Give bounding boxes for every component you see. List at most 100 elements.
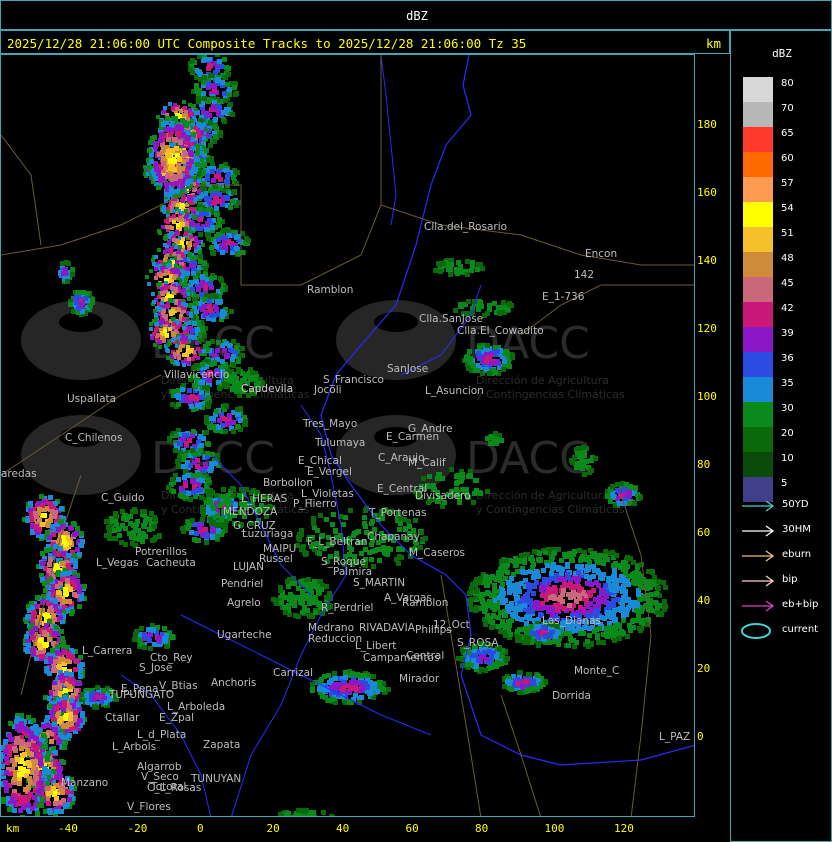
radar-map[interactable]: DACCDirección de Agriculturay Contingenc…	[0, 54, 695, 817]
y-tick-label: 180	[697, 118, 717, 131]
place-label: SanJose	[387, 363, 429, 375]
place-label: M_Caseros	[409, 547, 465, 559]
track-arrow-icon	[742, 550, 775, 562]
legend-swatch-65	[743, 127, 773, 152]
place-label: 142	[574, 269, 595, 281]
legend-swatch-51	[743, 227, 773, 252]
y-tick-label: 80	[697, 458, 711, 471]
place-label: Pendriel	[221, 578, 264, 590]
place-label: C_Guido	[101, 492, 145, 504]
place-label: Mirador	[399, 673, 440, 685]
place-label: Agrelo	[227, 597, 261, 609]
place-label: Clla.El_Cowadito	[457, 325, 544, 337]
legend-swatch-70	[743, 102, 773, 127]
place-label: Uspallata	[67, 393, 117, 405]
place-label: Tres_Mayo	[303, 418, 358, 430]
y-tick-label: 160	[697, 186, 717, 199]
place-label: L_PAZ	[659, 731, 691, 743]
road-line	[380, 204, 694, 266]
track-arrow-icon	[742, 500, 775, 512]
place-label: L_Arbols	[112, 741, 157, 753]
legend-swatch-57	[743, 177, 773, 202]
legend-title: dBZ	[772, 47, 792, 60]
place-label: Central	[406, 650, 445, 662]
place-label: Ugarteche	[217, 629, 272, 641]
legend-label: 65	[781, 128, 794, 139]
place-label: Jocoli	[314, 384, 342, 396]
legend-swatch-35	[743, 377, 773, 402]
legend-label: 20	[781, 428, 794, 439]
radar-echo-cell	[132, 623, 176, 651]
place-label: Las_Dianas	[542, 615, 602, 627]
track-legend-label: 30HM	[782, 524, 811, 535]
road-line	[1, 134, 42, 246]
place-label: G_Andre	[408, 423, 453, 435]
legend-label: 51	[781, 228, 794, 239]
legend-swatch-39	[743, 327, 773, 352]
place-label: E_Vergel	[307, 466, 352, 478]
place-label: Tulumaya	[315, 437, 366, 449]
place-label: T_Portenas	[369, 507, 427, 519]
svg-text:Dirección de Agricultura: Dirección de Agricultura	[476, 374, 609, 387]
legend-swatch-20	[743, 427, 773, 452]
x-axis-unit: km	[6, 822, 20, 835]
place-label: Clla.SanJose	[419, 313, 484, 325]
track-arrow-icon	[742, 600, 775, 612]
y-tick-label: 20	[697, 662, 711, 675]
legend-swatch-80	[743, 77, 773, 102]
x-tick-label: 100	[544, 822, 565, 835]
track-legend-label: eb+bip	[782, 599, 819, 610]
place-label: L_Vegas	[96, 557, 139, 569]
place-label: Carrizal	[273, 667, 313, 679]
radar-echo-cell	[502, 670, 548, 695]
place-label: TUPUNGATO	[109, 689, 175, 701]
place-label: Ramblon	[307, 284, 354, 296]
place-label: Russel	[259, 553, 293, 565]
legend-swatch-30	[743, 402, 773, 427]
radar-echo-cell	[104, 507, 162, 548]
radar-echo-cell	[58, 260, 75, 284]
place-label: L_Libert	[355, 640, 397, 652]
x-tick-label: 0	[197, 822, 204, 835]
window-title: dBZ	[406, 9, 428, 23]
place-label: L_Carrera	[82, 645, 133, 657]
place-label: Villavicencio	[164, 369, 230, 381]
place-label: Clla.del_Rosario	[424, 221, 508, 233]
place-label: Chapanay	[367, 531, 420, 543]
legend-label: 54	[781, 203, 794, 214]
x-tick-label: 80	[475, 822, 489, 835]
track-arrow-icon	[742, 575, 775, 587]
place-label: L_HERAS	[241, 493, 288, 505]
place-label: Anchoris	[211, 677, 257, 689]
composite-tracks-label: 2025/12/28 21:06:00 UTC Composite Tracks…	[7, 36, 527, 51]
place-label: Ctallar	[105, 712, 140, 724]
track-arrow-icon	[742, 525, 775, 537]
svg-text:y Contingencias Climáticas: y Contingencias Climáticas	[476, 503, 625, 516]
radar-echo-cell	[433, 258, 485, 277]
place-label: C_L_Rosas	[147, 782, 202, 794]
x-tick-label: 40	[336, 822, 350, 835]
place-label: M_Calif	[408, 457, 446, 469]
status-bar: 2025/12/28 21:06:00 UTC Composite Tracks…	[0, 30, 730, 54]
status-unit: km	[705, 36, 721, 51]
y-tick-label: 0	[697, 730, 704, 743]
road-line	[500, 694, 541, 816]
place-label: Capdevila	[241, 383, 294, 395]
legend-label: 57	[781, 178, 794, 189]
legend-label: 10	[781, 453, 794, 464]
y-tick-label: 60	[697, 526, 711, 539]
legend-label: 30	[781, 403, 794, 414]
place-label: Dorrida	[552, 690, 591, 702]
current-cell-icon	[741, 623, 771, 639]
place-label: F_L_Beltran	[307, 536, 368, 548]
x-tick-label: 20	[266, 822, 280, 835]
legend-label: 60	[781, 153, 794, 164]
place-label: Cacheuta	[146, 557, 196, 569]
legend-swatch-54	[743, 202, 773, 227]
legend-swatch-10	[743, 452, 773, 477]
legend-swatch-42	[743, 302, 773, 327]
place-label: Zapata	[203, 739, 241, 751]
place-label: C_Chilenos	[65, 432, 123, 444]
place-label: E_Zpal	[159, 712, 195, 724]
radar-echo-cell	[278, 808, 335, 816]
